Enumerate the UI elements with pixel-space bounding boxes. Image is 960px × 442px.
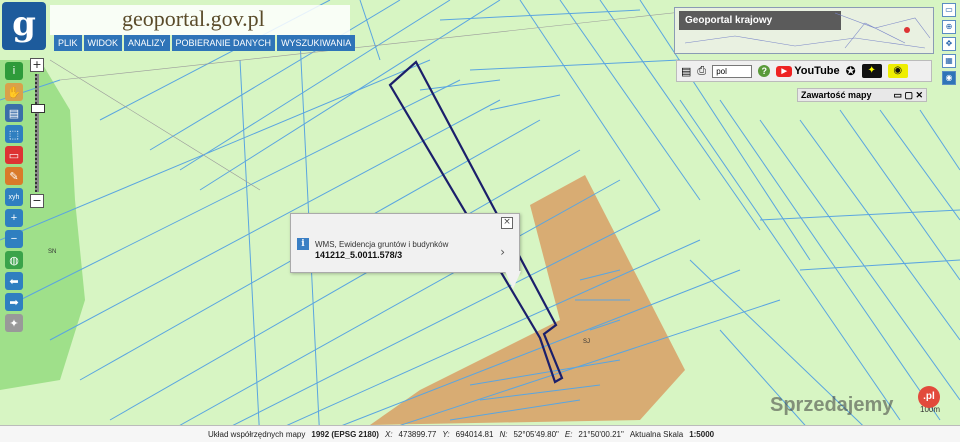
help-icon[interactable]: ? <box>758 65 771 77</box>
right-toolbar: ▤ ⎙ pol ? ▶ YouTube ✪ ✦ ◉ <box>676 60 932 82</box>
select-rect-icon[interactable]: ▭ <box>5 146 23 164</box>
popup-details-arrow[interactable]: › <box>500 245 505 259</box>
zoom-in-button[interactable]: + <box>30 58 44 72</box>
popup-pointer <box>505 271 521 289</box>
zoom-in-icon[interactable]: + <box>5 209 23 227</box>
scale-label: Aktualna Skala <box>629 429 684 439</box>
zoom-slider-track[interactable] <box>35 74 39 192</box>
y-label: Y: <box>442 429 450 439</box>
right-edge-tools: ▭ ⊕ ✥ ▦ ◉ <box>938 0 960 120</box>
panel-window-controls[interactable]: ▭ ▢ ✕ <box>893 90 923 100</box>
e-value: 21°50'00.21" <box>578 429 624 439</box>
feature-info-popup: × i WMS, Ewidencja gruntów i budynków 14… <box>290 213 520 273</box>
content-panel-title: Zawartość mapy <box>801 90 872 100</box>
watermark-text: Sprzedajemy <box>770 394 894 416</box>
coord-system-label: Układ współrzędnych mapy <box>208 429 306 439</box>
select-icon[interactable]: ⬚ <box>5 125 23 143</box>
site-title: geoportal.gov.pl <box>122 6 265 31</box>
menu-pobieranie-danych[interactable]: POBIERANIE DANYCH <box>171 35 276 51</box>
popup-parcel-id: 141212_5.0011.578/3 <box>315 250 403 260</box>
e-label: E: <box>564 429 573 439</box>
y-value: 694014.81 <box>455 429 494 439</box>
expand-icon[interactable]: ⊕ <box>942 20 956 34</box>
view-toggle-icon[interactable]: ◉ <box>887 64 908 78</box>
globe-icon[interactable]: ◍ <box>5 251 23 269</box>
overview-location-marker <box>904 27 910 33</box>
info-icon: i <box>297 238 309 250</box>
geoportal-logo[interactable]: g <box>2 2 46 50</box>
grid-icon[interactable]: ▦ <box>942 54 956 68</box>
language-select[interactable]: pol <box>712 64 753 78</box>
map-label-sn: SN <box>48 249 57 255</box>
menu-analizy[interactable]: ANALIZY <box>124 35 170 51</box>
menu-plik[interactable]: PLIK <box>54 35 82 51</box>
menu-widok[interactable]: WIDOK <box>83 35 123 51</box>
pan-icon[interactable]: ✥ <box>942 37 956 51</box>
popup-layer-name: WMS, Ewidencja gruntów i budynków <box>315 240 449 249</box>
pan-hand-icon[interactable]: ✋ <box>5 83 23 101</box>
n-value: 52°05'49.80" <box>513 429 559 439</box>
status-bar: Układ współrzędnych mapy 1992 (EPSG 2180… <box>0 425 960 442</box>
eye-icon[interactable]: ◉ <box>942 71 956 85</box>
print-icon[interactable]: ▤ <box>681 65 691 78</box>
back-arrow-icon[interactable]: ⬅ <box>5 272 23 290</box>
popup-close-button[interactable]: × <box>501 217 513 229</box>
forward-arrow-icon[interactable]: ➡ <box>5 293 23 311</box>
export-icon[interactable]: ⎙ <box>697 65 706 78</box>
zoom-control: + − <box>30 58 45 208</box>
draw-icon[interactable]: ✎ <box>5 167 23 185</box>
zoom-out-button[interactable]: − <box>30 194 44 208</box>
youtube-link[interactable]: ▶ YouTube <box>776 65 840 77</box>
contrast-toggle-icon[interactable]: ✦ <box>861 64 882 78</box>
zoom-out-icon[interactable]: − <box>5 230 23 248</box>
xyh-icon[interactable]: xyh <box>5 188 23 206</box>
content-panel-header[interactable]: Zawartość mapy ▭ ▢ ✕ <box>797 88 927 102</box>
x-label: X: <box>384 429 393 439</box>
x-value: 473899.77 <box>398 429 437 439</box>
menu-wyszukiwania[interactable]: WYSZUKIWANIA <box>277 35 356 51</box>
main-menu: PLIK WIDOK ANALIZY POBIERANIE DANYCH WYS… <box>54 35 356 51</box>
scale-value[interactable]: 1:5000 <box>689 430 714 439</box>
zoom-slider-handle[interactable] <box>31 104 45 113</box>
n-label: N: <box>499 429 508 439</box>
collapse-icon[interactable]: ▭ <box>942 3 956 17</box>
info-icon[interactable]: i <box>5 62 23 80</box>
compass-icon[interactable]: ✦ <box>5 314 23 332</box>
layers-icon[interactable]: ▤ <box>5 104 23 122</box>
left-toolbar: i ✋ ▤ ⬚ ▭ ✎ xyh + − ◍ ⬅ ➡ ✦ <box>3 60 25 335</box>
coord-system-value[interactable]: 1992 (EPSG 2180) <box>311 430 379 439</box>
watermark-badge: .pl <box>918 386 940 408</box>
map-label-sj: SJ <box>583 339 591 345</box>
overview-mini-map <box>684 12 931 49</box>
youtube-icon: ▶ <box>776 65 793 77</box>
accessibility-icon[interactable]: ✪ <box>846 64 856 78</box>
overview-map[interactable]: Geoportal krajowy <box>674 7 934 54</box>
